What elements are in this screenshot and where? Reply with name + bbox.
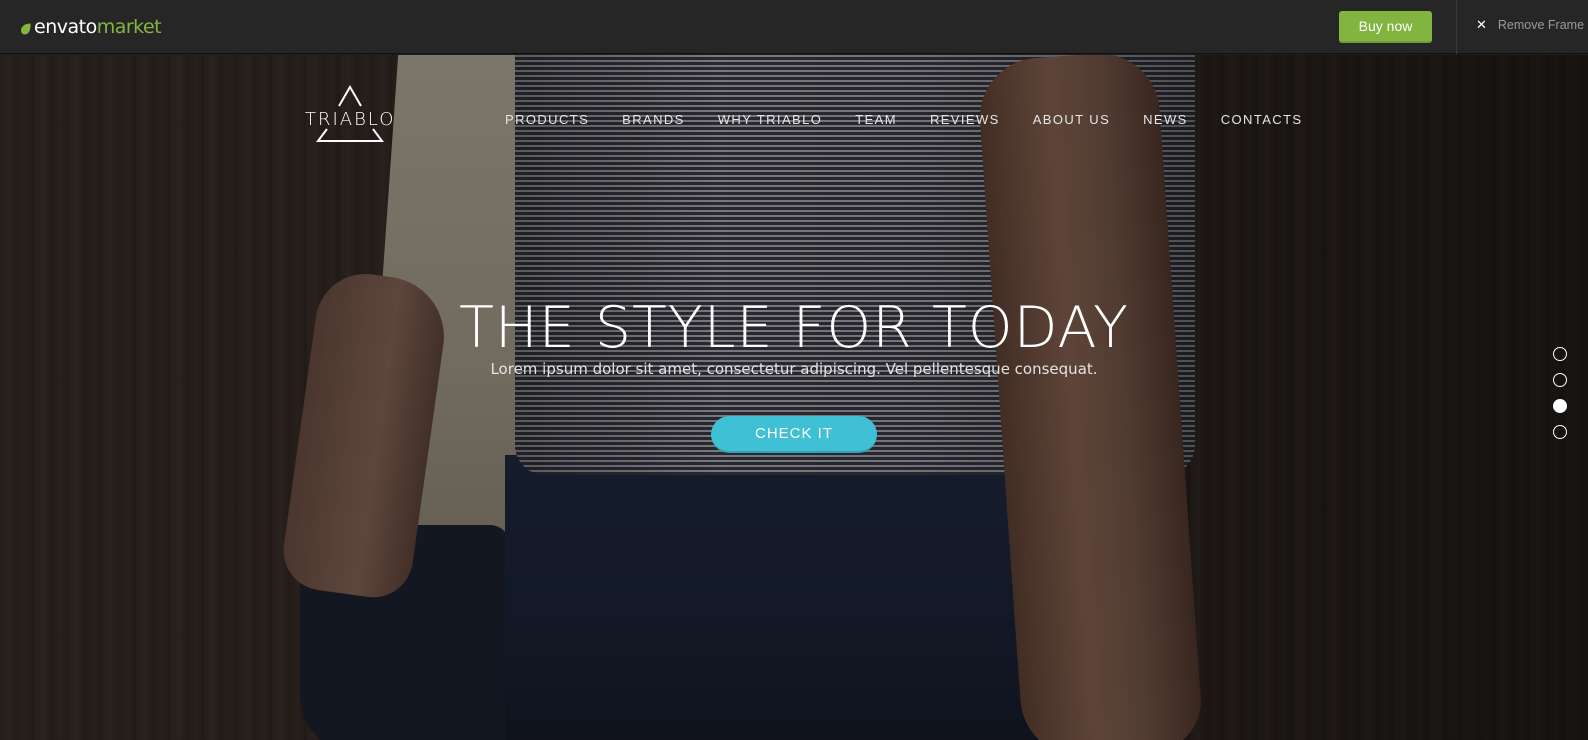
hero-subtitle: Lorem ipsum dolor sit amet, consectetur … <box>490 360 1098 378</box>
nav-item-about-us[interactable]: ABOUT US <box>1033 112 1110 127</box>
slider-dot-4[interactable] <box>1553 425 1567 439</box>
slider-dot-2[interactable] <box>1553 373 1567 387</box>
remove-frame-link[interactable]: ✕ Remove Frame <box>1476 17 1584 33</box>
slider-dot-3[interactable] <box>1553 399 1567 413</box>
envato-logo-market: market <box>96 16 162 38</box>
nav-item-reviews[interactable]: REVIEWS <box>930 112 1000 127</box>
envato-preview-bar: envato market Buy now ✕ Remove Frame <box>0 0 1588 54</box>
hero-dark-overlay <box>0 55 1588 740</box>
main-nav: PRODUCTS BRANDS WHY TRIABLO TEAM REVIEWS… <box>505 112 1336 127</box>
nav-item-why-triablo[interactable]: WHY TRIABLO <box>718 112 823 127</box>
envato-market-logo[interactable]: envato market <box>20 15 162 39</box>
hero-title: THE STYLE FOR TODAY <box>459 295 1129 361</box>
slider-pagination <box>1553 347 1567 451</box>
close-icon: ✕ <box>1476 17 1487 32</box>
check-it-button[interactable]: CHECK IT <box>711 416 877 453</box>
triablo-logo[interactable]: TRIABLO <box>305 85 395 143</box>
buy-now-button[interactable]: Buy now <box>1339 11 1432 43</box>
envato-logo-word: envato <box>34 16 97 38</box>
topbar-divider <box>1456 0 1457 54</box>
nav-item-products[interactable]: PRODUCTS <box>505 112 589 127</box>
remove-frame-label: Remove Frame <box>1497 18 1585 32</box>
nav-item-news[interactable]: NEWS <box>1143 112 1188 127</box>
envato-leaf-icon <box>21 23 31 34</box>
nav-item-team[interactable]: TEAM <box>855 112 897 127</box>
logo-text: TRIABLO <box>305 109 396 130</box>
nav-item-contacts[interactable]: CONTACTS <box>1221 112 1303 127</box>
nav-item-brands[interactable]: BRANDS <box>622 112 685 127</box>
hero-section: TRIABLO PRODUCTS BRANDS WHY TRIABLO TEAM… <box>0 55 1588 740</box>
slider-dot-1[interactable] <box>1553 347 1567 361</box>
